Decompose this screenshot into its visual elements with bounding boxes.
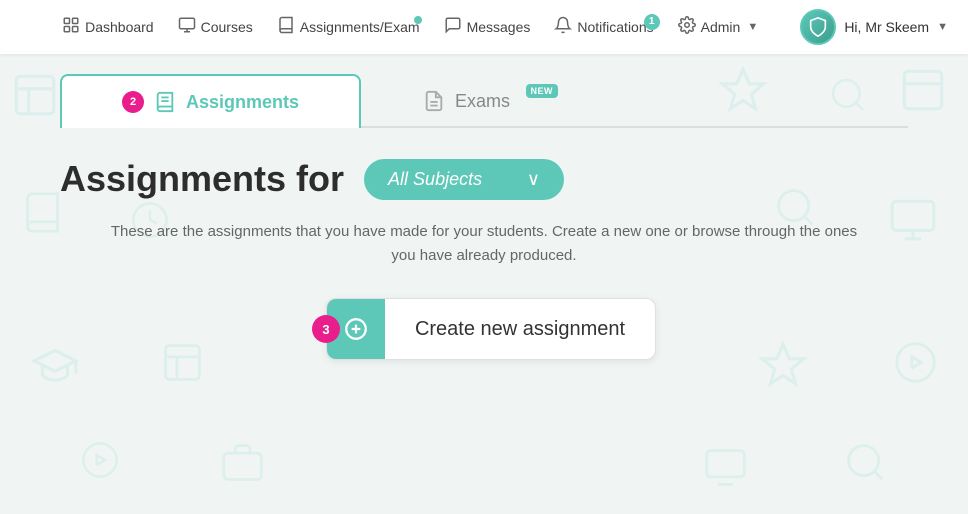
create-assignment-label: Create new assignment (385, 318, 655, 341)
tab-assignments[interactable]: 2 Assignments (60, 74, 361, 128)
exams-new-badge: NEW (526, 84, 559, 98)
dashboard-icon (62, 16, 80, 39)
nav-assignments-label: Assignments/Exam (300, 19, 420, 35)
nav-notifications[interactable]: Notifications 1 (544, 10, 663, 45)
nav-assignments[interactable]: Assignments/Exam (267, 10, 430, 45)
navbar: Dashboard Courses Assignments/Exam Messa… (0, 0, 968, 54)
notifications-count-badge: 1 (644, 14, 660, 30)
admin-dropdown-arrow: ▼ (747, 21, 758, 33)
nav-messages[interactable]: Messages (434, 10, 541, 45)
assignments-icon (277, 16, 295, 39)
tab-exams[interactable]: Exams NEW (361, 74, 572, 126)
nav-dashboard[interactable]: Dashboard (52, 10, 164, 45)
nav-messages-label: Messages (467, 19, 531, 35)
description-text: These are the assignments that you have … (104, 220, 864, 268)
tab-exams-label: Exams (455, 91, 510, 112)
subject-dropdown[interactable]: All Subjects ∨ (364, 159, 564, 200)
exams-tab-icon (423, 90, 445, 112)
subject-dropdown-label: All Subjects (388, 169, 482, 190)
notifications-icon (554, 16, 572, 39)
nav-notifications-label: Notifications (577, 19, 653, 35)
nav-items: Dashboard Courses Assignments/Exam Messa… (20, 10, 800, 45)
page-title: Assignments for (60, 158, 344, 200)
assignments-dot-badge (414, 16, 422, 24)
nav-courses[interactable]: Courses (168, 10, 263, 45)
assignments-step-badge: 2 (122, 91, 144, 113)
avatar (800, 9, 836, 45)
nav-user-dropdown-arrow: ▼ (937, 21, 948, 33)
courses-icon (178, 16, 196, 39)
admin-icon (678, 16, 696, 39)
assignments-tab-icon (154, 91, 176, 113)
tab-assignments-label: Assignments (186, 92, 299, 113)
messages-icon (444, 16, 462, 39)
create-assignment-button[interactable]: Create new assignment (326, 298, 656, 360)
tabs-container: 2 Assignments Exams NEW (60, 74, 908, 128)
nav-username: Hi, Mr Skeem (844, 19, 929, 35)
create-button-container: 3 Create new assignment (60, 298, 908, 360)
nav-dashboard-label: Dashboard (85, 19, 154, 35)
subject-dropdown-arrow: ∨ (527, 169, 540, 190)
create-step-badge: 3 (312, 315, 340, 343)
nav-courses-label: Courses (201, 19, 253, 35)
nav-admin-label: Admin (701, 19, 741, 35)
nav-admin[interactable]: Admin ▼ (668, 10, 769, 45)
main-content: 2 Assignments Exams NEW Assignments for … (0, 54, 968, 360)
nav-user[interactable]: Hi, Mr Skeem ▼ (800, 9, 948, 45)
page-heading: Assignments for All Subjects ∨ (60, 158, 908, 200)
